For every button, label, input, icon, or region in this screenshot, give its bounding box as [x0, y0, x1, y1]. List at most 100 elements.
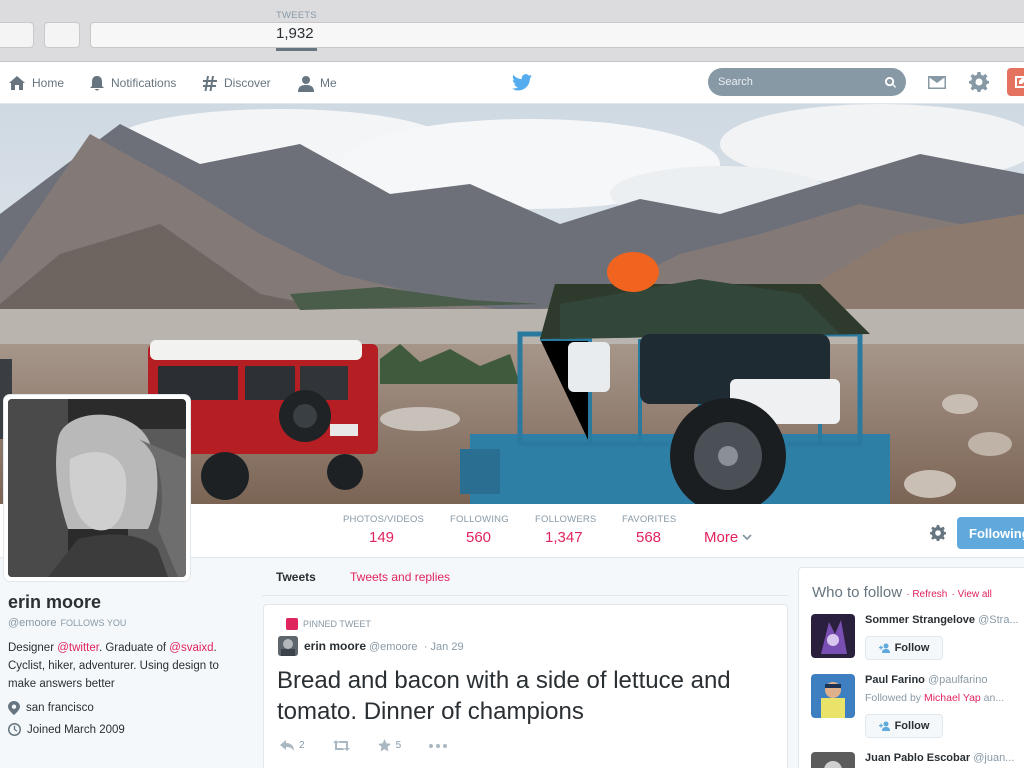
browser-back-button[interactable] [0, 22, 34, 48]
stat-followers[interactable]: FOLLOWERS 1,347 [535, 514, 596, 546]
stat-photos-videos[interactable]: PHOTOS/VIDEOS 149 [343, 514, 424, 546]
tweet-date[interactable]: · Jan 29 [424, 641, 464, 653]
suggested-user-avatar[interactable] [811, 752, 855, 768]
pinned-tweet-card[interactable]: PINNED TWEET erin moore @emoore · Jan 29 … [263, 604, 788, 768]
nav-home[interactable]: Home [8, 62, 64, 104]
profile-settings-gear-icon[interactable] [930, 525, 946, 541]
more-label: More [704, 529, 739, 546]
view-all-link[interactable]: · View all [952, 589, 992, 600]
tab-tweets-and-replies[interactable]: Tweets and replies [350, 570, 450, 584]
joined-text: Joined March 2009 [27, 723, 125, 736]
stat-following[interactable]: FOLLOWING 560 [450, 514, 509, 546]
who-to-follow-header: Who to follow · Refresh · View all [812, 584, 992, 601]
bio-text: Designer [8, 642, 58, 654]
followed-by-suffix: an... [980, 692, 1005, 704]
followed-by-prefix: Followed by [865, 692, 924, 704]
suggested-user-name[interactable]: Paul Farino @paulfarino [865, 674, 987, 686]
compose-icon [1015, 76, 1024, 88]
follow-label: Follow [894, 642, 930, 654]
follows-you-badge: FOLLOWS YOU [60, 618, 127, 628]
nav-discover[interactable]: Discover [202, 62, 271, 104]
stat-value: 149 [369, 529, 395, 546]
suggested-user-avatar[interactable] [811, 614, 855, 658]
stat-value: 1,347 [545, 529, 583, 546]
suggested-user-avatar[interactable] [811, 674, 855, 718]
add-user-icon [878, 721, 890, 731]
nav-me[interactable]: Me [298, 62, 337, 104]
suggested-user-fullname: Juan Pablo Escobar [865, 752, 971, 764]
suggested-user-name[interactable]: Sommer Strangelove @Stra... [865, 614, 1019, 626]
follow-label: Follow [894, 720, 930, 732]
bio-text: . Graduate of [98, 642, 170, 654]
bio-mention-link[interactable]: @twitter [57, 642, 99, 654]
reply-icon [280, 740, 294, 751]
followed-by-text: Followed by Michael Yap an... [865, 692, 1004, 704]
suggested-user-handle: @juan... [973, 752, 1015, 764]
favorite-count: 5 [395, 740, 402, 751]
tab-tweets[interactable]: Tweets [276, 570, 316, 584]
clock-icon [8, 723, 21, 736]
search-icon [885, 76, 896, 88]
user-icon [298, 75, 314, 92]
follow-button[interactable]: Follow [865, 636, 943, 660]
tweet-text: Bread and bacon with a side of lettuce a… [277, 667, 731, 725]
pinned-text: PINNED TWEET [303, 619, 371, 629]
location-text: san francisco [26, 702, 94, 714]
profile-avatar[interactable] [4, 395, 190, 581]
twitter-bird-icon[interactable] [512, 74, 532, 91]
stat-favorites[interactable]: FAVORITES 568 [622, 514, 676, 546]
reply-count: 2 [299, 740, 305, 751]
search-input[interactable]: Search [708, 68, 906, 96]
profile-handle-row: @emoore FOLLOWS YOU [8, 617, 126, 629]
home-icon [9, 76, 25, 90]
tweet-author[interactable]: erin moore @emoore · Jan 29 [304, 639, 464, 653]
tweet-author-name: erin moore [304, 639, 367, 653]
following-button[interactable]: Following [957, 517, 1024, 549]
refresh-link[interactable]: · Refresh [906, 589, 947, 600]
more-actions[interactable] [429, 743, 448, 748]
suggested-user-fullname: Sommer Strangelove [865, 614, 976, 626]
favorite-action[interactable]: 5 [377, 739, 402, 752]
compose-tweet-button[interactable] [1007, 68, 1024, 96]
nav-discover-label: Discover [224, 76, 271, 90]
more-menu[interactable]: More [704, 529, 752, 546]
stat-value: 560 [466, 529, 492, 546]
tweet-author-handle: @emoore [369, 641, 418, 653]
suggested-user-handle: @paulfarino [927, 674, 988, 686]
star-icon [377, 739, 391, 752]
retweet-icon [332, 740, 350, 751]
bio-mention-link[interactable]: @svaixd [169, 642, 213, 654]
tweet-author-avatar[interactable] [278, 636, 298, 656]
follow-button[interactable]: Follow [865, 714, 943, 738]
profile-handle[interactable]: @emoore [8, 617, 56, 629]
tweet-actions: 2 5 [280, 739, 448, 752]
retweet-action[interactable] [332, 740, 350, 751]
nav-notifications[interactable]: Notifications [89, 62, 176, 104]
reply-action[interactable]: 2 [280, 740, 305, 751]
nav-home-label: Home [32, 76, 65, 90]
add-user-icon [878, 643, 890, 653]
location-pin-icon [8, 701, 20, 715]
search-placeholder: Search [718, 76, 753, 88]
suggested-user-handle: @Stra... [978, 614, 1019, 626]
stat-tweets[interactable]: TWEETS 1,932 [276, 10, 317, 51]
more-dots-icon [429, 743, 448, 748]
stat-label: FOLLOWERS [535, 514, 597, 525]
pinned-tweet-label: PINNED TWEET [286, 618, 371, 630]
stat-label: FOLLOWING [450, 514, 509, 525]
profile-location: san francisco [8, 701, 94, 715]
notifications-icon [90, 75, 104, 90]
chevron-down-icon [742, 534, 752, 541]
settings-gear-icon[interactable] [969, 72, 989, 92]
suggested-user-name[interactable]: Juan Pablo Escobar @juan... [865, 752, 1014, 764]
address-bar[interactable] [90, 22, 1024, 48]
messages-icon[interactable] [927, 72, 947, 92]
suggested-user-fullname: Paul Farino [865, 674, 925, 686]
stat-value: 1,932 [276, 25, 314, 42]
hashtag-icon [203, 76, 217, 91]
browser-forward-button[interactable] [44, 22, 80, 48]
followed-by-link[interactable]: Michael Yap [924, 692, 981, 704]
browser-chrome [0, 0, 1024, 62]
timeline-tabs: Tweets Tweets and replies [262, 558, 788, 596]
stat-label: FAVORITES [622, 514, 677, 525]
